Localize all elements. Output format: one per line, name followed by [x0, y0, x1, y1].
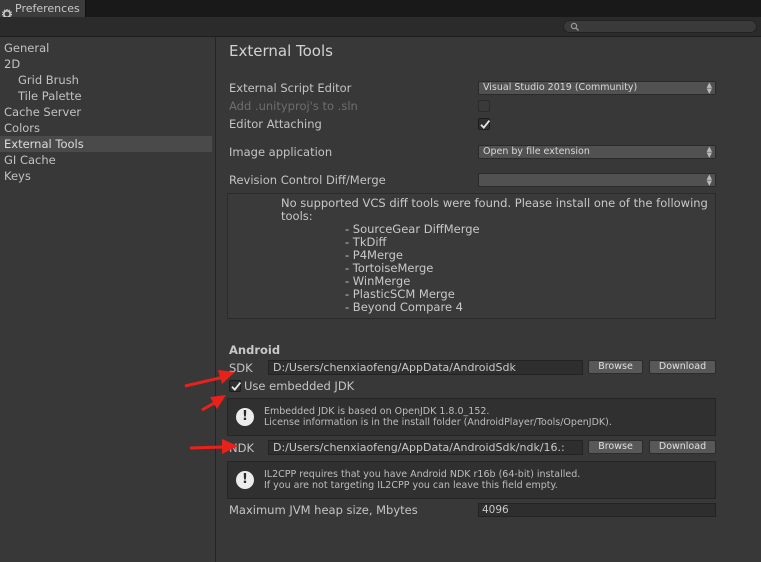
red-arrow-icon: [184, 370, 235, 388]
red-arrow-icon: [189, 439, 238, 454]
annotation-arrows: [184, 370, 238, 454]
red-arrow-icon: [201, 395, 226, 412]
